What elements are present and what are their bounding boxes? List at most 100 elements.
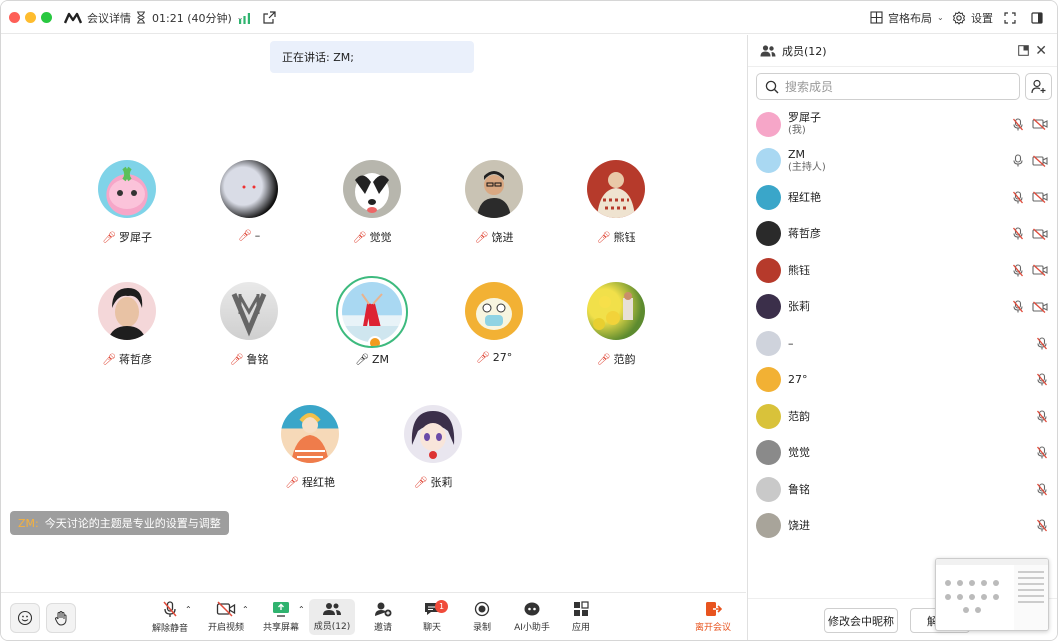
member-row[interactable]: 张莉 xyxy=(748,289,1057,325)
member-name: 觉觉 xyxy=(788,446,810,459)
video-options-chevron-icon[interactable]: ⌃ xyxy=(242,605,249,614)
avatar xyxy=(587,160,645,218)
participant-tile[interactable]: 🎤︎ 27° xyxy=(434,282,554,364)
member-status-icons xyxy=(1012,289,1048,325)
camera-off-icon[interactable] xyxy=(1032,191,1048,203)
camera-off-icon[interactable] xyxy=(1032,155,1048,167)
share-screen-icon xyxy=(273,602,289,617)
popout-panel-button[interactable] xyxy=(1018,45,1029,59)
member-row[interactable]: 蒋哲彦 xyxy=(748,216,1057,252)
camera-off-icon[interactable] xyxy=(1032,118,1048,130)
invite-button[interactable]: 邀请 xyxy=(365,593,401,640)
member-status-icons xyxy=(1012,106,1048,142)
member-row[interactable]: 鲁铭 xyxy=(748,471,1057,507)
mic-icon[interactable] xyxy=(1012,154,1024,167)
meeting-details[interactable]: 会议详情 xyxy=(64,1,131,34)
participant-tile[interactable]: 🎤︎ 程红艳 xyxy=(250,405,370,490)
mic-muted-icon[interactable] xyxy=(1036,519,1048,532)
audio-options-chevron-icon[interactable]: ⌃ xyxy=(185,605,192,614)
member-search-input[interactable]: 搜索成员 xyxy=(756,73,1020,100)
participant-name: 蒋哲彦 xyxy=(118,353,152,366)
ai-assistant-label: AI小助手 xyxy=(514,623,550,633)
share-options-chevron-icon[interactable]: ⌃ xyxy=(298,605,305,614)
raise-hand-button[interactable] xyxy=(46,603,76,633)
participant-tile[interactable]: 🎤︎ 熊钰 xyxy=(556,160,676,245)
leave-icon xyxy=(706,602,722,616)
mic-muted-icon[interactable] xyxy=(1036,373,1048,386)
rename-nickname-button[interactable]: 修改会中昵称 xyxy=(824,608,898,633)
network-signal[interactable] xyxy=(238,1,251,34)
meeting-timer[interactable]: 01:21 (40分钟) ⌄ xyxy=(135,1,243,34)
member-row[interactable]: 27° xyxy=(748,362,1057,398)
participant-tile[interactable]: 🎤︎ 罗犀子 xyxy=(67,160,187,245)
camera-off-icon xyxy=(216,601,236,617)
leave-meeting-button[interactable]: 离开会议 xyxy=(691,593,735,640)
participant-tile[interactable]: 🎤︎ 蒋哲彦 xyxy=(67,282,187,367)
mic-muted-icon[interactable] xyxy=(1036,482,1048,496)
member-row[interactable]: 饶进 xyxy=(748,508,1057,544)
emoji-button[interactable] xyxy=(10,603,40,633)
member-row[interactable]: – xyxy=(748,325,1057,361)
mic-muted-icon[interactable] xyxy=(1012,190,1024,204)
mic-muted-icon[interactable] xyxy=(1012,263,1024,277)
maximize-window-button[interactable] xyxy=(41,12,52,23)
close-panel-icon[interactable]: ✕ xyxy=(1035,43,1047,59)
member-row[interactable]: 罗犀子 (我) xyxy=(748,106,1057,142)
add-member-button[interactable] xyxy=(1025,73,1052,100)
mic-muted-icon: 🎤︎ xyxy=(475,351,490,364)
members-button[interactable]: 成员(12) xyxy=(309,599,355,635)
unmute-button[interactable]: 解除静音 xyxy=(147,593,193,640)
share-screen-button[interactable]: 共享屏幕 xyxy=(259,593,303,640)
mic-muted-icon[interactable] xyxy=(1036,446,1048,459)
settings-button[interactable]: 设置 xyxy=(952,1,993,34)
minimize-window-button[interactable] xyxy=(25,12,36,23)
mic-muted-icon[interactable] xyxy=(1012,227,1024,240)
member-name-block: 熊钰 xyxy=(788,264,810,277)
member-row[interactable]: 觉觉 xyxy=(748,435,1057,471)
mic-muted-icon[interactable] xyxy=(1036,409,1048,423)
participant-tile[interactable]: 🎤︎ 鲁铭 xyxy=(189,282,309,367)
record-button[interactable]: 录制 xyxy=(464,593,500,640)
screen-preview-thumbnail[interactable] xyxy=(935,558,1049,631)
search-placeholder: 搜索成员 xyxy=(785,80,834,94)
search-icon xyxy=(765,80,779,93)
close-window-button[interactable] xyxy=(9,12,20,23)
member-row[interactable]: 程红艳 xyxy=(748,179,1057,215)
participant-tile[interactable]: 🎤︎ 饶进 xyxy=(434,160,554,245)
member-name-block: 蒋哲彦 xyxy=(788,227,821,240)
signal-bars-icon xyxy=(239,12,250,24)
participant-tile[interactable]: 🎤︎ 觉觉 xyxy=(312,160,432,245)
camera-off-icon[interactable] xyxy=(1032,301,1048,313)
participant-name: 范韵 xyxy=(613,353,636,366)
start-video-button[interactable]: 开启视频 xyxy=(203,593,249,640)
share-link-button[interactable] xyxy=(263,1,276,34)
member-name-block: 张莉 xyxy=(788,300,810,313)
member-row[interactable]: 熊钰 xyxy=(748,252,1057,288)
layout-switcher[interactable]: 宫格布局 ⌄ xyxy=(870,1,944,34)
participant-tile[interactable]: 🎤︎ 张莉 xyxy=(373,405,493,490)
apps-button[interactable]: 应用 xyxy=(563,593,599,640)
sidebar-toggle-button[interactable] xyxy=(1031,1,1043,34)
mic-muted-icon[interactable] xyxy=(1012,117,1024,131)
meeting-details-label: 会议详情 xyxy=(87,11,131,25)
camera-off-icon[interactable] xyxy=(1032,228,1048,240)
mic-muted-icon[interactable] xyxy=(1036,336,1048,350)
mic-muted-icon: 🎤︎ xyxy=(596,230,611,244)
apps-label: 应用 xyxy=(571,623,590,633)
participant-name: ZM xyxy=(371,353,389,366)
ai-assistant-button[interactable]: AI小助手 xyxy=(511,593,553,640)
grid-layout-icon xyxy=(870,11,883,24)
mic-muted-icon: 🎤︎ xyxy=(237,229,252,242)
participant-tile[interactable]: 🎤︎ 范韵 xyxy=(556,282,676,367)
fullscreen-button[interactable] xyxy=(1004,1,1016,34)
participant-tile[interactable]: 🎤︎ – xyxy=(189,160,309,242)
mic-muted-icon[interactable] xyxy=(1012,300,1024,313)
member-row[interactable]: 范韵 xyxy=(748,398,1057,434)
video-grid: 正在讲话: ZM; 🎤︎ 罗犀子 🎤︎ – 🎤︎ 觉觉 🎤︎ 饶进 🎤︎ 熊钰 … xyxy=(1,35,746,592)
member-row[interactable]: ZM (主持人) xyxy=(748,143,1057,179)
subtitle-speaker: ZM: xyxy=(18,516,39,530)
participant-tile-speaking[interactable]: 🎤︎ ZM xyxy=(312,276,432,366)
avatar xyxy=(98,160,156,218)
avatar xyxy=(281,405,339,463)
camera-off-icon[interactable] xyxy=(1032,264,1048,276)
